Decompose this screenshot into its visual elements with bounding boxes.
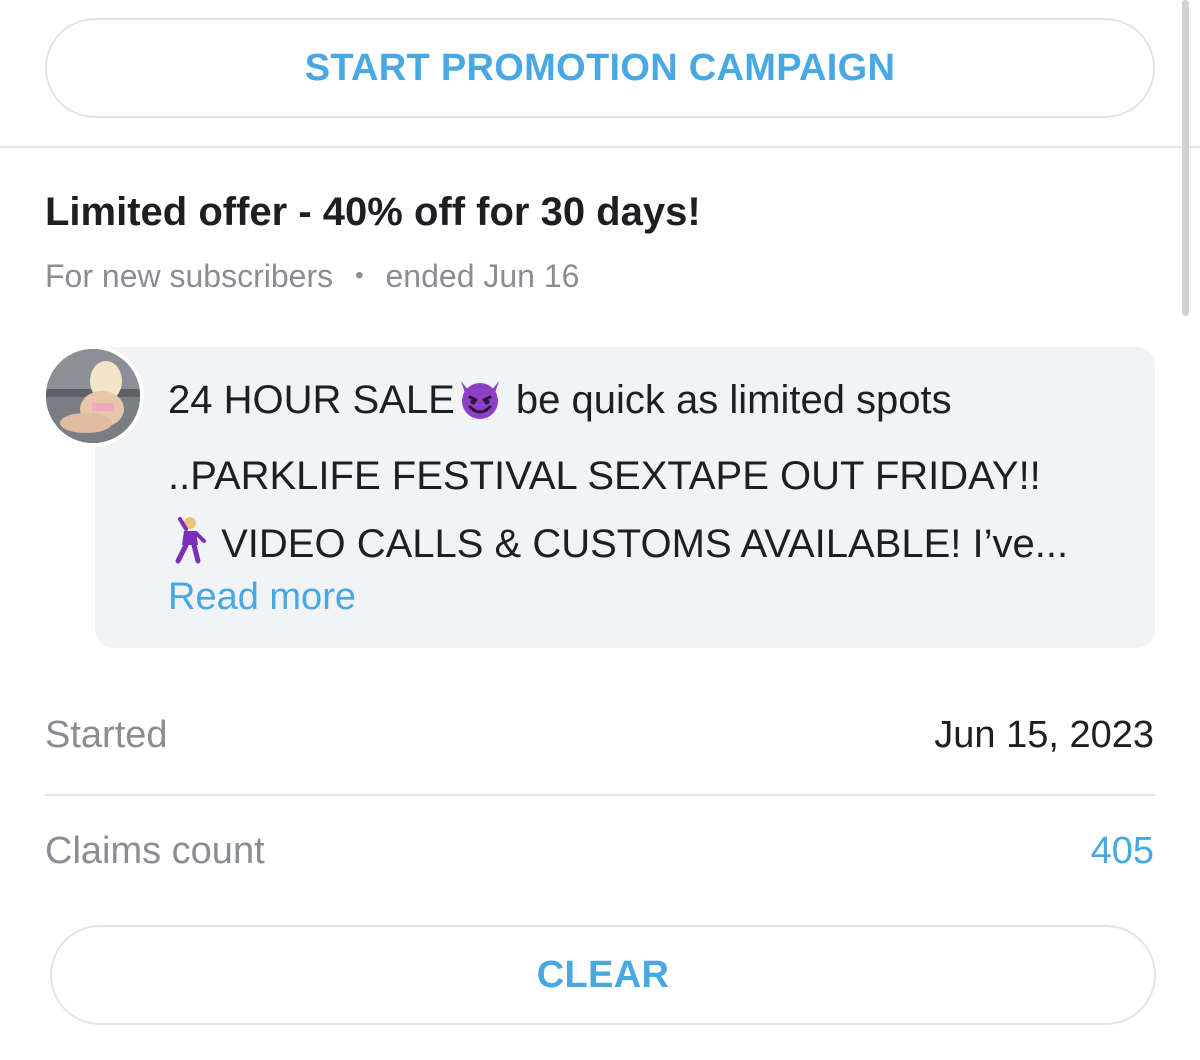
claims-count-value[interactable]: 405 bbox=[1091, 830, 1154, 873]
started-label: Started bbox=[45, 714, 168, 756]
avatar[interactable] bbox=[42, 345, 144, 447]
smiling-devil-icon bbox=[455, 374, 505, 442]
scrollbar-thumb[interactable] bbox=[1182, 0, 1189, 316]
read-more-link[interactable]: Read more bbox=[168, 576, 356, 619]
started-value: Jun 15, 2023 bbox=[934, 714, 1154, 756]
offer-title: Limited offer - 40% off for 30 days! bbox=[45, 190, 701, 234]
message-line-1: 24 HOUR SALE be quick as limited spots bbox=[168, 366, 1128, 442]
promotion-details-page: START PROMOTION CAMPAIGN Limited offer -… bbox=[0, 0, 1200, 1060]
message-line-3-text: VIDEO CALLS & CUSTOMS AVAILABLE! I’ve... bbox=[210, 522, 1069, 566]
promotion-message: 24 HOUR SALE be quick as limited spots .… bbox=[168, 366, 1128, 586]
message-line-1-rest: be quick as limited spots bbox=[504, 378, 952, 422]
section-divider bbox=[0, 146, 1200, 148]
claims-count-label: Claims count bbox=[45, 830, 265, 872]
message-line-2: ..PARKLIFE FESTIVAL SEXTAPE OUT FRIDAY!! bbox=[168, 454, 1041, 498]
offer-meta: For new subscribers • ended Jun 16 bbox=[45, 258, 579, 295]
avatar-image bbox=[46, 349, 140, 443]
row-divider bbox=[45, 794, 1155, 796]
message-line-3: VIDEO CALLS & CUSTOMS AVAILABLE! I’ve... bbox=[168, 510, 1128, 586]
clear-button[interactable]: CLEAR bbox=[50, 925, 1156, 1025]
start-promotion-campaign-button[interactable]: START PROMOTION CAMPAIGN bbox=[45, 18, 1155, 118]
meta-separator: • bbox=[355, 262, 364, 289]
message-line-1-text: 24 HOUR SALE bbox=[168, 378, 455, 422]
offer-audience: For new subscribers bbox=[45, 258, 334, 294]
offer-status: ended Jun 16 bbox=[385, 258, 580, 294]
